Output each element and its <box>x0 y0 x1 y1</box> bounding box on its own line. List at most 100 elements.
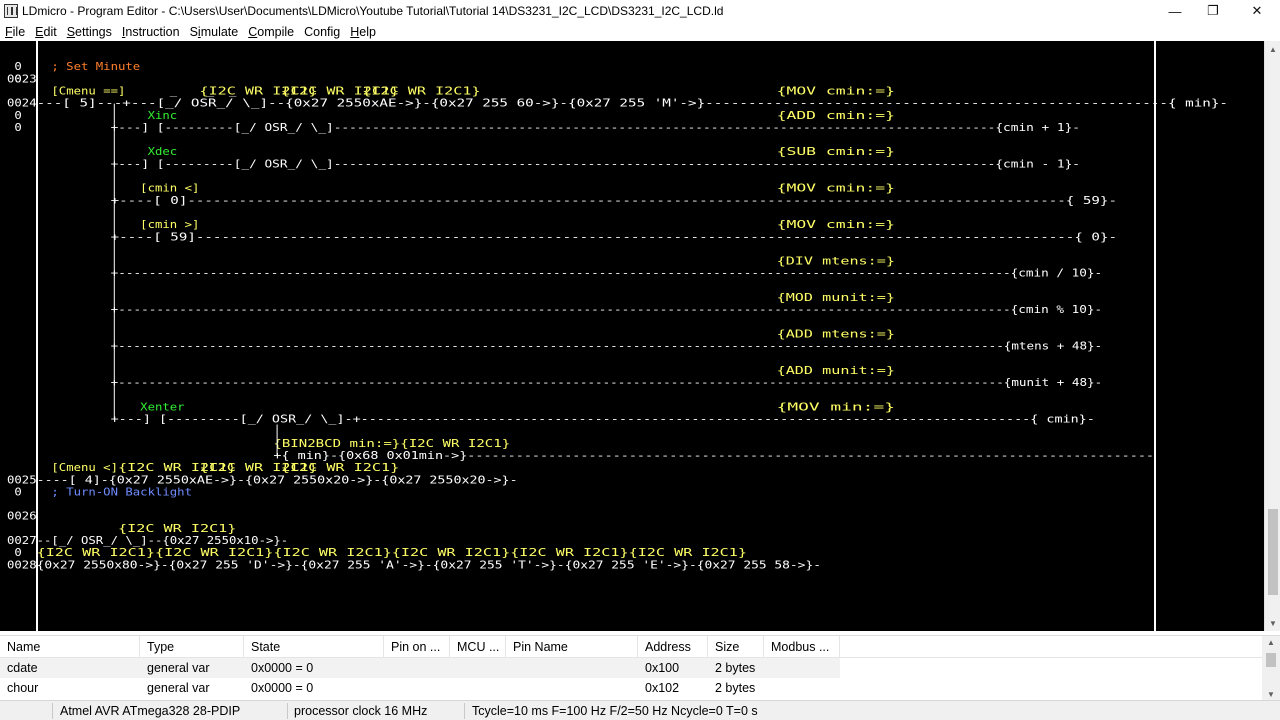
rung-comment[interactable]: ; Set Minute <box>51 61 140 73</box>
io-cell-address: 0x100 <box>645 661 680 675</box>
ladder-wire[interactable]: +----[ 59]------------------------------… <box>111 231 1117 243</box>
ladder-wire[interactable]: ----[ 4]-{0x27 2550xAE->}-{0x27 2550x20-… <box>37 474 518 486</box>
menu-edit[interactable]: Edit <box>30 25 62 39</box>
menu-settings[interactable]: Settings <box>62 25 117 39</box>
menu-help[interactable]: Help <box>345 25 381 39</box>
ladder-wire[interactable]: +{ min}-{0x68 0x01min->}----------------… <box>273 450 1154 462</box>
restore-button[interactable]: ❐ <box>1190 0 1236 22</box>
scroll-down-arrow-icon[interactable]: ▼ <box>1265 615 1280 631</box>
ladder-element-label[interactable]: {I2C WR I2C1} <box>118 523 236 535</box>
io-list-scrollbar[interactable]: ▲ ▼ <box>1262 636 1280 701</box>
io-cell-pin-on <box>384 678 450 698</box>
ladder-wire[interactable]: +---] [---------[_/ OSR_/ \_]-----------… <box>111 122 1080 134</box>
ladder-wire[interactable]: {0x27 2550x80->}-{0x27 255 'D'->}-{0x27 … <box>37 559 821 571</box>
ladder-element-label[interactable]: {ADD cmin:=} <box>777 110 895 122</box>
ladder-element-label[interactable]: {MOV cmin:=} <box>777 219 895 231</box>
col-size[interactable]: Size <box>708 636 764 658</box>
ladder-element-label[interactable]: {MOD munit:=} <box>777 292 895 304</box>
rung-number[interactable]: 0 <box>14 547 21 559</box>
menu-simulate[interactable]: Simulate <box>185 25 244 39</box>
col-mcu[interactable]: MCU ... <box>450 636 506 658</box>
ladder-wire[interactable]: +---] [---------[_/ OSR_/ \_]-+---------… <box>111 414 1095 426</box>
ladder-element-label[interactable]: {MOV cmin:=} <box>777 183 895 195</box>
input-contact-name[interactable]: Xinc <box>148 110 178 122</box>
ladder-element-label[interactable]: {MOV min:=} <box>777 401 895 413</box>
ladder-wire[interactable]: +---------------------------------------… <box>111 304 1103 316</box>
io-cell-size: 2 bytes <box>715 661 756 675</box>
status-bar: Atmel AVR ATmega328 28-PDIP processor cl… <box>0 700 1280 720</box>
ladder-element-label[interactable]: {ADD mtens:=} <box>777 328 895 340</box>
ladder-element-label[interactable]: [cmin <] <box>140 183 199 195</box>
io-list-header: Name Type State Pin on ... MCU ... Pin N… <box>0 636 1262 658</box>
io-cell-state: 0x0000 = 0 <box>251 681 314 695</box>
scroll-thumb[interactable] <box>1268 509 1278 595</box>
col-name[interactable]: Name <box>0 636 140 658</box>
scroll-up-arrow-icon[interactable]: ▲ <box>1265 41 1280 57</box>
rung-number[interactable]: 0025 <box>7 474 37 486</box>
io-row[interactable]: chour general var 0x0000 = 0 0x102 2 byt… <box>0 678 840 698</box>
col-address[interactable]: Address <box>638 636 708 658</box>
input-contact-name[interactable]: Xenter <box>140 401 184 413</box>
io-row[interactable]: cdate general var 0x0000 = 0 0x100 2 byt… <box>0 658 840 678</box>
ladder-wire[interactable]: --[_/ OSR_/ \_]--{0x27 2550x10->}- <box>37 535 289 547</box>
io-cell-size: 2 bytes <box>715 681 756 695</box>
io-scroll-up-arrow-icon[interactable]: ▲ <box>1262 638 1280 647</box>
ladder-element-label[interactable]: {MOV cmin:=} <box>777 85 895 97</box>
io-cell-name: cdate <box>7 661 38 675</box>
rung-number[interactable]: 0 <box>14 73 21 85</box>
io-scroll-down-arrow-icon[interactable]: ▼ <box>1262 690 1280 699</box>
rung-number[interactable]: 0 <box>14 61 21 73</box>
menu-config[interactable]: Config <box>299 25 345 39</box>
ladder-element-label[interactable]: [cmin >] <box>140 219 199 231</box>
io-cell-name: chour <box>7 681 39 695</box>
rung-number[interactable]: 0 <box>14 486 21 498</box>
ladder-wire[interactable]: ---[ 5]---+---[_/ OSR_/ \_]--{0x27 2550x… <box>37 98 1228 110</box>
rung-number[interactable]: 0 <box>14 122 21 134</box>
rung-number[interactable]: 0 <box>14 110 21 122</box>
col-type[interactable]: Type <box>140 636 244 658</box>
ladder-element-label[interactable]: {I2C WR I2C1} <box>362 85 480 97</box>
editor-vertical-scrollbar[interactable]: ▲ ▼ <box>1264 41 1280 631</box>
input-contact-name[interactable]: Xdec <box>148 146 178 158</box>
rung-comment[interactable]: ; Turn-ON Backlight <box>51 486 192 498</box>
rung-number[interactable]: 0024 <box>7 98 37 110</box>
ladder-wire[interactable]: +---------------------------------------… <box>111 377 1103 389</box>
menu-compile[interactable]: Compile <box>243 25 299 39</box>
io-cell-type: general var <box>147 681 210 695</box>
ladder-element-label[interactable]: {I2C WR I2C1}{I2C WR I2C1}{I2C WR I2C1}{… <box>37 547 747 559</box>
ladder-element-label[interactable]: {DIV mtens:=} <box>777 256 895 268</box>
ladder-element-label[interactable]: {SUB cmin:=} <box>777 146 895 158</box>
ladder-wire[interactable]: +---------------------------------------… <box>111 268 1103 280</box>
rung-number[interactable]: 0026 <box>7 511 37 523</box>
ladder-diagram[interactable]: 0023; Set Minute0026; Turn-ON Backlight0… <box>0 41 1264 631</box>
ladder-wire[interactable]: +----[ 0]-------------------------------… <box>111 195 1117 207</box>
io-cell-pin-name <box>506 658 638 678</box>
rung-number[interactable]: 0028 <box>7 559 37 571</box>
io-cell-mcu <box>450 658 506 678</box>
menu-file[interactable]: File <box>0 25 30 39</box>
ladder-editor[interactable]: 0023; Set Minute 0026; Turn-ON Backlight 0… <box>0 41 1264 631</box>
io-list[interactable]: Name Type State Pin on ... MCU ... Pin N… <box>0 635 1280 701</box>
io-cell-modbus <box>764 658 840 678</box>
io-cell-pin-on <box>384 658 450 678</box>
ladder-element-label[interactable]: {I2C WR I2C1} <box>281 462 399 474</box>
close-button[interactable]: ✕ <box>1234 0 1280 22</box>
menu-bar: File Edit Settings Instruction Simulate … <box>0 22 1280 41</box>
col-state[interactable]: State <box>244 636 384 658</box>
col-pin-name[interactable]: Pin Name <box>506 636 638 658</box>
window-title: LDmicro - Program Editor - C:\Users\User… <box>22 4 724 18</box>
ladder-element-label[interactable]: [Cmenu <] <box>51 462 118 474</box>
status-separator <box>464 703 465 719</box>
ladder-element-label[interactable]: {ADD munit:=} <box>777 365 895 377</box>
status-mcu: Atmel AVR ATmega328 28-PDIP <box>60 704 241 718</box>
col-pin-on[interactable]: Pin on ... <box>384 636 450 658</box>
rung-number[interactable]: 0027 <box>7 535 37 547</box>
ladder-wire[interactable]: +---------------------------------------… <box>111 341 1103 353</box>
ladder-wire[interactable]: +---] [---------[_/ OSR_/ \_]-----------… <box>111 158 1080 170</box>
col-modbus[interactable]: Modbus ... <box>764 636 840 658</box>
ladder-element-label[interactable]: [Cmenu ==] <box>51 85 125 97</box>
io-scroll-thumb[interactable] <box>1266 653 1276 667</box>
ladder-element-label[interactable]: {BIN2BCD min:=}{I2C WR I2C1} <box>273 438 510 450</box>
ladder-wire[interactable]: _ <box>170 85 178 97</box>
menu-instruction[interactable]: Instruction <box>117 25 185 39</box>
